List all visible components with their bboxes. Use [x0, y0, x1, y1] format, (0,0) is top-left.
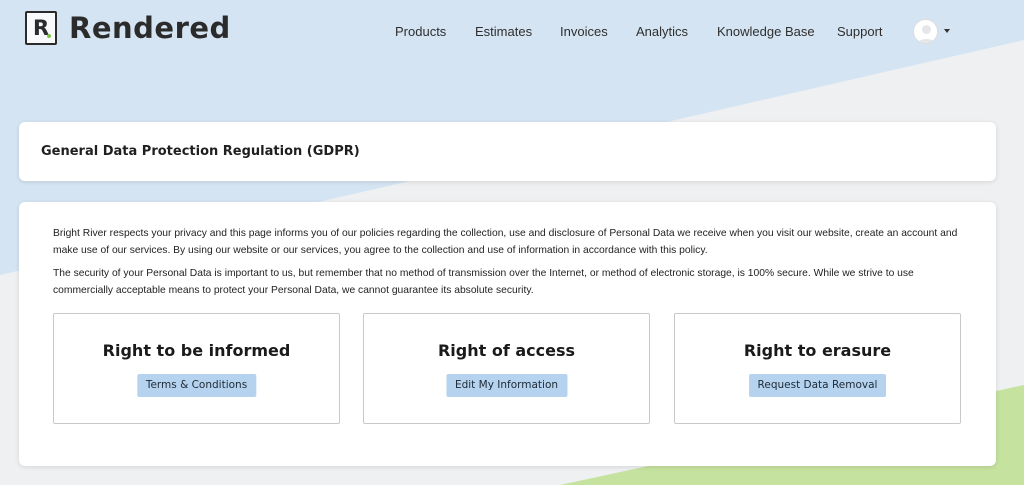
caret-down-icon[interactable]: [944, 29, 950, 33]
nav-invoices[interactable]: Invoices: [560, 23, 608, 41]
title-card: General Data Protection Regulation (GDPR…: [19, 122, 996, 181]
nav-support[interactable]: Support: [837, 23, 883, 41]
gdpr-content-card: Bright River respects your privacy and t…: [19, 202, 996, 466]
right-of-access-box: Right of access Edit My Information: [363, 313, 650, 424]
right-title: Right to be informed: [102, 341, 291, 360]
top-navigation-bar: R Rendered Products Estimates Invoices A…: [0, 0, 1024, 62]
main-nav: Products Estimates Invoices Analytics Kn…: [0, 23, 1024, 43]
right-title: Right of access: [437, 341, 576, 360]
policy-intro: Bright River respects your privacy and t…: [53, 225, 968, 305]
policy-paragraph: Bright River respects your privacy and t…: [53, 228, 958, 256]
policy-paragraph: The security of your Personal Data is im…: [53, 268, 914, 296]
user-avatar-icon[interactable]: [913, 19, 938, 44]
nav-analytics[interactable]: Analytics: [636, 23, 688, 41]
right-title: Right to erasure: [743, 341, 892, 360]
right-to-erasure-box: Right to erasure Request Data Removal: [674, 313, 961, 424]
terms-conditions-button[interactable]: Terms & Conditions: [136, 374, 257, 397]
request-data-removal-button[interactable]: Request Data Removal: [748, 374, 887, 397]
right-to-be-informed-box: Right to be informed Terms & Conditions: [53, 313, 340, 424]
nav-products[interactable]: Products: [395, 23, 446, 41]
edit-my-information-button[interactable]: Edit My Information: [445, 374, 568, 397]
nav-estimates[interactable]: Estimates: [475, 23, 532, 41]
nav-knowledge-base[interactable]: Knowledge Base: [717, 23, 815, 41]
page-title: General Data Protection Regulation (GDPR…: [41, 144, 360, 159]
